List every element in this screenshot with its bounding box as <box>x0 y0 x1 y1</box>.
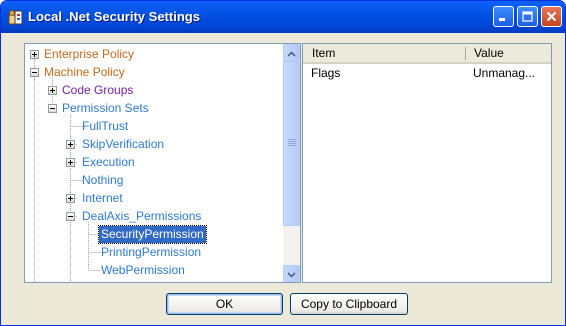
expand-enterprise-policy[interactable] <box>30 50 39 59</box>
tree-vertical-scrollbar[interactable] <box>283 44 300 282</box>
tree-node-code-groups[interactable]: Code Groups <box>60 82 135 99</box>
column-header-value[interactable]: Value <box>474 44 504 62</box>
tree-node-permission-sets[interactable]: Permission Sets <box>60 100 151 117</box>
tree-node-machine-policy[interactable]: Machine Policy <box>42 64 127 81</box>
collapse-dealaxis-permissions[interactable] <box>66 212 75 221</box>
expand-code-groups[interactable] <box>48 86 57 95</box>
tree-node-nothing[interactable]: Nothing <box>80 172 125 189</box>
list-row[interactable]: Flags Unmanag... <box>303 65 551 82</box>
security-shield-icon <box>8 9 24 25</box>
expand-execution[interactable] <box>66 158 75 167</box>
tree-node-securitypermission[interactable]: SecurityPermission <box>98 225 207 244</box>
minimize-button[interactable] <box>493 6 514 27</box>
tree-node-webpermission[interactable]: WebPermission <box>99 262 187 279</box>
ok-button[interactable]: OK <box>166 293 283 315</box>
tree-node-execution[interactable]: Execution <box>80 154 137 171</box>
title-bar[interactable]: Local .Net Security Settings <box>1 1 565 33</box>
maximize-icon <box>522 11 533 22</box>
maximize-button[interactable] <box>517 6 538 27</box>
scroll-up-button[interactable] <box>283 44 300 61</box>
tree-node-skipverification[interactable]: SkipVerification <box>80 136 166 153</box>
column-header-item[interactable]: Item <box>312 44 335 62</box>
copy-to-clipboard-button[interactable]: Copy to Clipboard <box>290 293 408 315</box>
chevron-down-icon <box>287 265 296 283</box>
row-item-cell: Flags <box>311 66 341 80</box>
minimize-icon <box>498 11 509 22</box>
tree-node-dealaxis-permissions[interactable]: DealAxis_Permissions <box>80 208 203 225</box>
security-settings-window: Local .Net Security Settings Enterprise … <box>0 0 566 326</box>
collapse-machine-policy[interactable] <box>30 68 39 77</box>
tree-node-enterprise-policy[interactable]: Enterprise Policy <box>42 46 136 63</box>
column-divider[interactable] <box>465 47 466 60</box>
scroll-down-button[interactable] <box>283 265 300 282</box>
tree-node-fulltrust[interactable]: FullTrust <box>80 118 130 135</box>
tree-node-internet[interactable]: Internet <box>80 190 125 207</box>
close-button[interactable] <box>541 6 562 27</box>
list-header: Item Value <box>303 44 551 64</box>
chevron-up-icon <box>287 44 296 62</box>
scroll-thumb[interactable] <box>283 61 300 226</box>
expand-skipverification[interactable] <box>66 140 75 149</box>
policy-tree[interactable]: Enterprise Policy Machine Policy Code Gr… <box>24 43 301 283</box>
window-title: Local .Net Security Settings <box>28 9 200 24</box>
close-icon <box>546 11 557 22</box>
row-value-cell: Unmanag... <box>473 66 536 80</box>
dialog-body: Enterprise Policy Machine Policy Code Gr… <box>4 33 562 321</box>
tree-node-printingpermission[interactable]: PrintingPermission <box>99 244 203 261</box>
properties-list[interactable]: Item Value Flags Unmanag... <box>302 43 552 283</box>
expand-internet[interactable] <box>66 194 75 203</box>
collapse-permission-sets[interactable] <box>48 104 57 113</box>
